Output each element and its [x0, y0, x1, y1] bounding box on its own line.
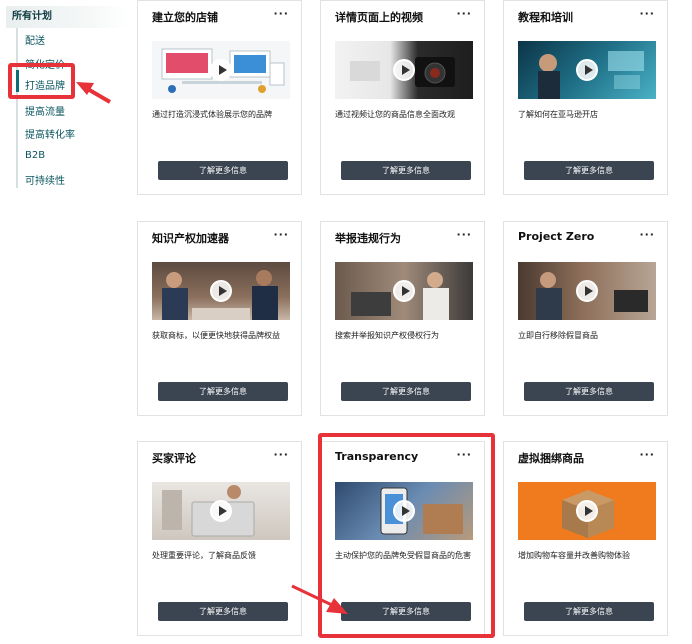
- more-options-icon[interactable]: ···: [456, 7, 472, 20]
- card-description: 通过视频让您的商品信息全面改观: [335, 110, 455, 119]
- video-thumbnail[interactable]: [518, 41, 656, 99]
- card-title: 教程和培训: [518, 11, 573, 24]
- video-thumbnail[interactable]: [518, 262, 656, 320]
- sidebar-item-b2b[interactable]: B2B: [25, 150, 45, 161]
- learn-more-button[interactable]: 了解更多信息: [341, 382, 471, 401]
- learn-more-button[interactable]: 了解更多信息: [158, 382, 288, 401]
- video-thumbnail[interactable]: [152, 482, 290, 540]
- more-options-icon[interactable]: ···: [456, 228, 472, 241]
- play-icon[interactable]: [576, 280, 598, 302]
- sidebar-item-sustainability[interactable]: 可持续性: [25, 172, 65, 187]
- card-title: 举报违规行为: [335, 232, 401, 245]
- sidebar-item-conversion[interactable]: 提高转化率: [25, 126, 75, 141]
- card-title: Project Zero: [518, 230, 595, 243]
- card-report-violation: 举报违规行为 ··· 搜索并举报知识产权侵权行为 了解更多信息: [320, 221, 485, 416]
- video-thumbnail[interactable]: [518, 482, 656, 540]
- sidebar-item-delivery[interactable]: 配送: [25, 32, 45, 47]
- card-description: 通过打造沉浸式体验展示您的品牌: [152, 110, 272, 119]
- play-icon[interactable]: [576, 500, 598, 522]
- more-options-icon[interactable]: ···: [639, 228, 655, 241]
- learn-more-button[interactable]: 了解更多信息: [524, 161, 654, 180]
- play-icon[interactable]: [576, 59, 598, 81]
- more-options-icon[interactable]: ···: [273, 228, 289, 241]
- card-virtual-bundles: 虚拟捆绑商品 ··· 增加购物车容量并改善购物体验 了解更多信息: [503, 441, 668, 636]
- card-detail-video: 详情页面上的视频 ··· 通过视频让您的商品信息全面改观 了解更多信息: [320, 0, 485, 195]
- card-title: 知识产权加速器: [152, 232, 229, 245]
- video-thumbnail[interactable]: [152, 262, 290, 320]
- sidebar-title: 所有计划: [6, 6, 128, 28]
- card-title: 详情页面上的视频: [335, 11, 423, 24]
- card-description: 获取商标，以便更快地获得品牌权益: [152, 331, 280, 340]
- card-description: 增加购物车容量并改善购物体验: [518, 551, 630, 560]
- more-options-icon[interactable]: ···: [273, 7, 289, 20]
- annotation-box-sidebar: [8, 63, 75, 99]
- card-ip-accelerator: 知识产权加速器 ··· 获取商标，以便更快地获得品牌权益 了解更多信息: [137, 221, 302, 416]
- play-icon[interactable]: [393, 280, 415, 302]
- card-description: 处理重要评论，了解商品反馈: [152, 551, 256, 560]
- sidebar-item-traffic[interactable]: 提高流量: [25, 103, 65, 118]
- play-icon[interactable]: [210, 500, 232, 522]
- learn-more-button[interactable]: 了解更多信息: [158, 161, 288, 180]
- annotation-arrow-transparency: [291, 584, 348, 614]
- more-options-icon[interactable]: ···: [273, 448, 289, 461]
- sidebar-rail: [16, 28, 18, 188]
- video-thumbnail[interactable]: [152, 41, 290, 99]
- card-description: 立即自行移除假冒商品: [518, 331, 598, 340]
- learn-more-button[interactable]: 了解更多信息: [158, 602, 288, 621]
- card-build-store: 建立您的店铺 ··· 通过打造沉浸式体验展示您的品牌 了解更多信息: [137, 0, 302, 195]
- card-customer-reviews: 买家评论 ··· 处理重要评论，了解商品反馈 了解更多信息: [137, 441, 302, 636]
- card-title: 虚拟捆绑商品: [518, 452, 584, 465]
- video-thumbnail[interactable]: [335, 262, 473, 320]
- card-description: 了解如何在亚马逊开店: [518, 110, 598, 119]
- video-thumbnail[interactable]: [335, 41, 473, 99]
- annotation-arrow-sidebar: [76, 82, 112, 104]
- more-options-icon[interactable]: ···: [639, 7, 655, 20]
- learn-more-button[interactable]: 了解更多信息: [524, 602, 654, 621]
- play-icon[interactable]: [210, 280, 232, 302]
- card-project-zero: Project Zero ··· 立即自行移除假冒商品 了解更多信息: [503, 221, 668, 416]
- learn-more-button[interactable]: 了解更多信息: [341, 161, 471, 180]
- learn-more-button[interactable]: 了解更多信息: [524, 382, 654, 401]
- play-icon[interactable]: [393, 59, 415, 81]
- card-title: 建立您的店铺: [152, 11, 218, 24]
- card-tutorials: 教程和培训 ··· 了解如何在亚马逊开店 了解更多信息: [503, 0, 668, 195]
- more-options-icon[interactable]: ···: [639, 448, 655, 461]
- card-title: 买家评论: [152, 452, 196, 465]
- card-description: 搜索并举报知识产权侵权行为: [335, 331, 439, 340]
- play-icon[interactable]: [210, 59, 232, 81]
